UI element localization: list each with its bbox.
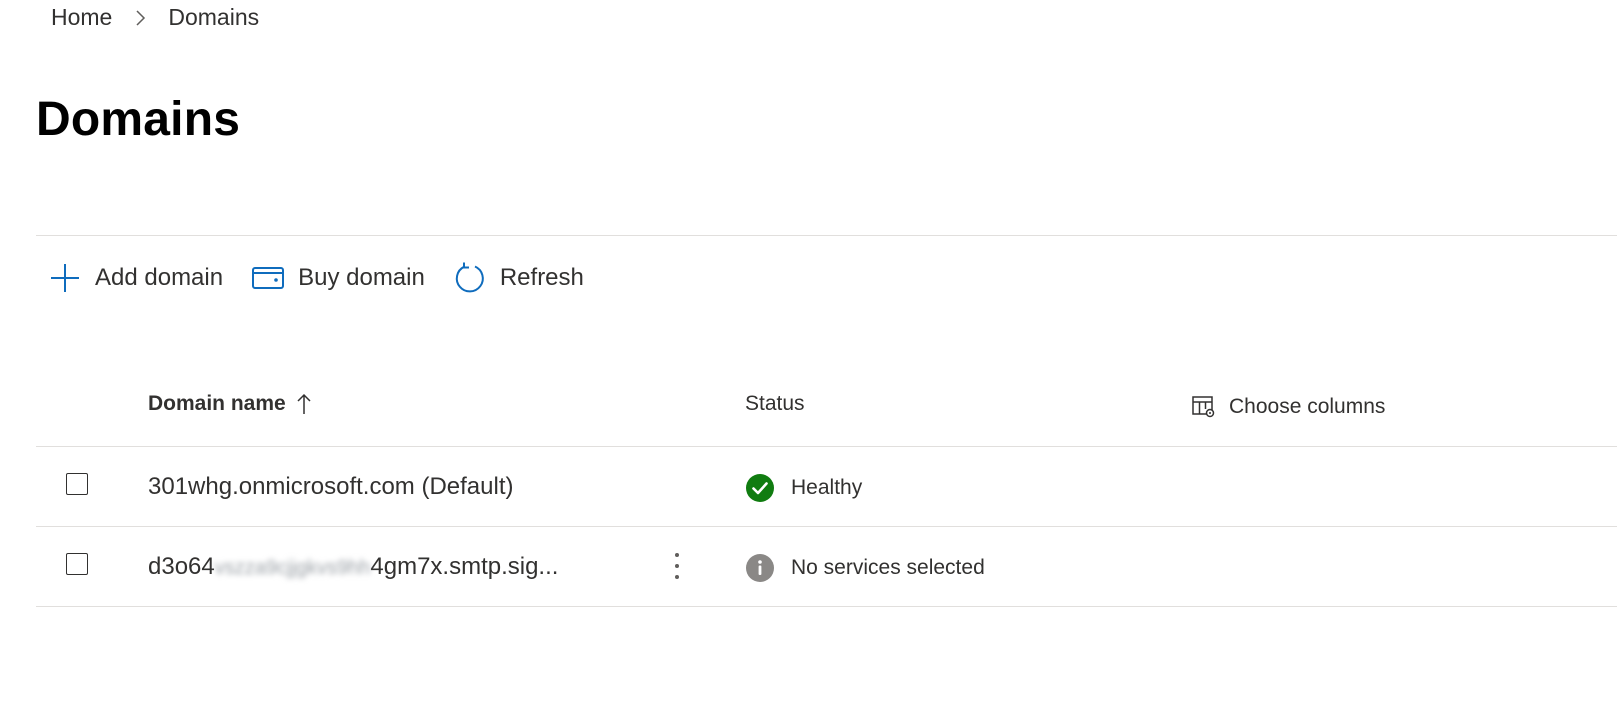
status-cell: No services selected [745,553,985,583]
table-row[interactable]: d3o64vszza9cjjgkvs9hh4gm7x.smtp.sig... N… [36,527,1617,607]
buy-domain-label: Buy domain [298,264,425,291]
column-header-domain-name[interactable]: Domain name [148,392,312,416]
more-actions-button[interactable] [664,549,690,583]
column-header-status[interactable]: Status [745,392,805,416]
more-vertical-icon [675,553,679,579]
choose-columns-label: Choose columns [1229,395,1386,418]
row-checkbox[interactable] [66,473,88,495]
breadcrumb-current: Domains [168,4,260,30]
status-cell: Healthy [745,473,862,503]
check-circle-icon [745,473,775,503]
info-circle-icon [745,553,775,583]
column-header-domain-name-label: Domain name [148,392,286,415]
table-row[interactable]: 301whg.onmicrosoft.com (Default) Healthy [36,447,1617,527]
page-title: Domains [36,93,241,146]
choose-columns-button[interactable]: Choose columns [1191,394,1385,420]
refresh-label: Refresh [499,264,584,291]
domains-table: Domain name Status Choose columns 301whg… [36,368,1617,607]
refresh-button[interactable]: Refresh [453,258,584,298]
command-bar: Add domain Buy domain Refresh [48,258,612,298]
domain-name-link[interactable]: d3o64vszza9cjjgkvs9hh4gm7x.smtp.sig... [148,553,558,581]
domain-name-redacted: vszza9cjjgkvs9hh [214,557,371,579]
table-header: Domain name Status Choose columns [36,368,1617,447]
choose-columns-icon [1191,394,1217,420]
status-text: Healthy [791,476,863,499]
breadcrumb: Home Domains [51,4,259,31]
buy-domain-button[interactable]: Buy domain [251,258,425,298]
sort-ascending-icon [296,392,312,416]
wallet-icon [251,261,285,295]
domain-name-prefix: d3o64 [148,553,215,580]
add-domain-button[interactable]: Add domain [48,258,223,298]
column-header-status-label: Status [745,392,805,415]
breadcrumb-home-link[interactable]: Home [51,4,112,31]
domain-name-link[interactable]: 301whg.onmicrosoft.com (Default) [148,473,513,501]
domains-page: Home Domains Domains Add domain Buy doma… [0,0,1617,719]
row-checkbox[interactable] [66,553,88,575]
toolbar-divider [36,235,1617,236]
plus-icon [48,261,82,295]
status-text: No services selected [791,556,985,579]
add-domain-label: Add domain [95,264,224,291]
chevron-right-icon [130,8,150,28]
refresh-icon [453,261,487,295]
domain-name-suffix: 4gm7x.smtp.sig... [370,553,559,580]
